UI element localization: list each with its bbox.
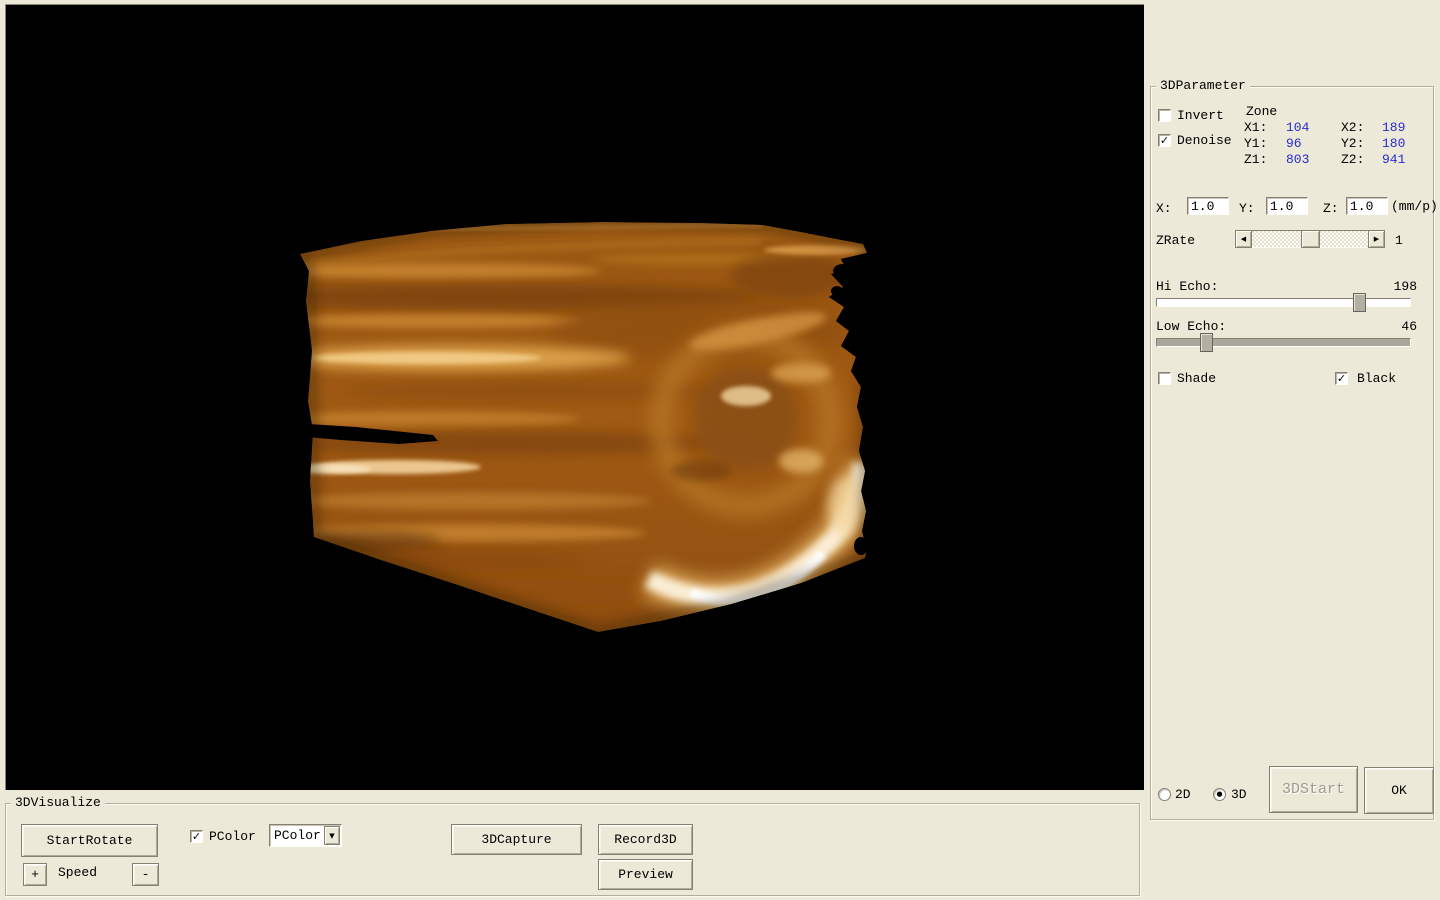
record-3d-button[interactable]: Record3D <box>598 824 693 855</box>
zone-x2-label: X2: <box>1341 120 1364 135</box>
checkmark-icon: ✓ <box>192 831 201 842</box>
low-echo-label: Low Echo: <box>1156 319 1226 334</box>
low-echo-value: 46 <box>1401 319 1417 334</box>
checkmark-icon: ✓ <box>1160 135 1169 146</box>
zone-z1-value: 803 <box>1286 152 1309 167</box>
zone-title: Zone <box>1246 104 1277 119</box>
visualize-groupbox: 3DVisualize StartRotate ✓ PColor PColor … <box>5 803 1140 896</box>
right-arrow-icon: ▶ <box>1374 235 1379 243</box>
zrate-scroll-left-button[interactable]: ◀ <box>1235 230 1252 248</box>
radio-dot-icon: ● <box>1216 791 1222 798</box>
voxel-y-label: Y: <box>1239 201 1255 216</box>
invert-checkbox[interactable] <box>1158 109 1171 122</box>
start-3d-button[interactable]: 3DStart <box>1269 766 1358 813</box>
capture-3d-button[interactable]: 3DCapture <box>451 824 582 855</box>
voxel-unit-label: (mm/p) <box>1391 199 1438 214</box>
zone-x1-value: 104 <box>1286 120 1309 135</box>
voxel-z-field[interactable] <box>1346 197 1388 215</box>
render-viewport[interactable] <box>5 4 1144 790</box>
zone-z1-label: Z1: <box>1244 152 1267 167</box>
speed-plus-button[interactable]: + <box>23 863 47 886</box>
voxel-z-label: Z: <box>1323 201 1339 216</box>
left-arrow-icon: ◀ <box>1241 235 1246 243</box>
chevron-down-icon: ▼ <box>329 832 334 840</box>
pcolor-label: PColor <box>209 829 256 844</box>
visualize-groupbox-title: 3DVisualize <box>11 795 105 811</box>
zrate-scrollbar-thumb[interactable] <box>1301 230 1320 248</box>
zone-y2-label: Y2: <box>1341 136 1364 151</box>
black-label: Black <box>1357 371 1396 386</box>
zone-y1-value: 96 <box>1286 136 1302 151</box>
voxel-x-label: X: <box>1156 201 1172 216</box>
zone-y2-value: 180 <box>1382 136 1405 151</box>
zone-x2-value: 189 <box>1382 120 1405 135</box>
zrate-scroll-right-button[interactable]: ▶ <box>1368 230 1385 248</box>
checkmark-icon: ✓ <box>1337 373 1346 384</box>
pcolor-dropdown-button[interactable]: ▼ <box>324 826 340 845</box>
low-echo-slider-thumb[interactable] <box>1200 333 1213 352</box>
denoise-checkbox[interactable]: ✓ <box>1158 134 1171 147</box>
hi-echo-label: Hi Echo: <box>1156 279 1218 294</box>
parameter-groupbox-title: 3DParameter <box>1156 78 1250 94</box>
speed-minus-button[interactable]: - <box>132 863 159 886</box>
black-checkbox[interactable]: ✓ <box>1335 372 1348 385</box>
ok-button[interactable]: OK <box>1364 767 1434 814</box>
volume-render[interactable] <box>6 5 1144 790</box>
hi-echo-value: 198 <box>1394 279 1417 294</box>
voxel-y-field[interactable] <box>1266 197 1308 215</box>
zrate-label: ZRate <box>1156 233 1195 248</box>
denoise-label: Denoise <box>1177 133 1232 148</box>
parameter-groupbox: 3DParameter Invert ✓ Denoise Zone X1: 10… <box>1150 86 1434 820</box>
shade-checkbox[interactable] <box>1158 372 1171 385</box>
mode-2d-radio[interactable] <box>1158 788 1171 801</box>
zrate-scrollbar[interactable]: ◀ ▶ <box>1235 230 1385 248</box>
zone-z2-label: Z2: <box>1341 152 1364 167</box>
zrate-value: 1 <box>1395 233 1403 248</box>
start-rotate-button[interactable]: StartRotate <box>21 824 158 857</box>
hi-echo-slider-thumb[interactable] <box>1353 293 1366 312</box>
pcolor-dropdown-value: PColor <box>270 828 324 843</box>
zone-z2-value: 941 <box>1382 152 1405 167</box>
zone-x1-label: X1: <box>1244 120 1267 135</box>
mode-3d-label: 3D <box>1231 787 1247 802</box>
hi-echo-slider-track[interactable] <box>1156 298 1411 307</box>
pcolor-dropdown[interactable]: PColor ▼ <box>269 824 342 847</box>
mode-2d-label: 2D <box>1175 787 1191 802</box>
zone-y1-label: Y1: <box>1244 136 1267 151</box>
invert-label: Invert <box>1177 108 1224 123</box>
low-echo-slider-track[interactable] <box>1156 338 1411 347</box>
speed-label: Speed <box>58 865 97 880</box>
pcolor-checkbox[interactable]: ✓ <box>190 830 203 843</box>
preview-button[interactable]: Preview <box>598 859 693 890</box>
mode-3d-radio[interactable]: ● <box>1213 788 1226 801</box>
shade-label: Shade <box>1177 371 1216 386</box>
voxel-x-field[interactable] <box>1187 197 1229 215</box>
